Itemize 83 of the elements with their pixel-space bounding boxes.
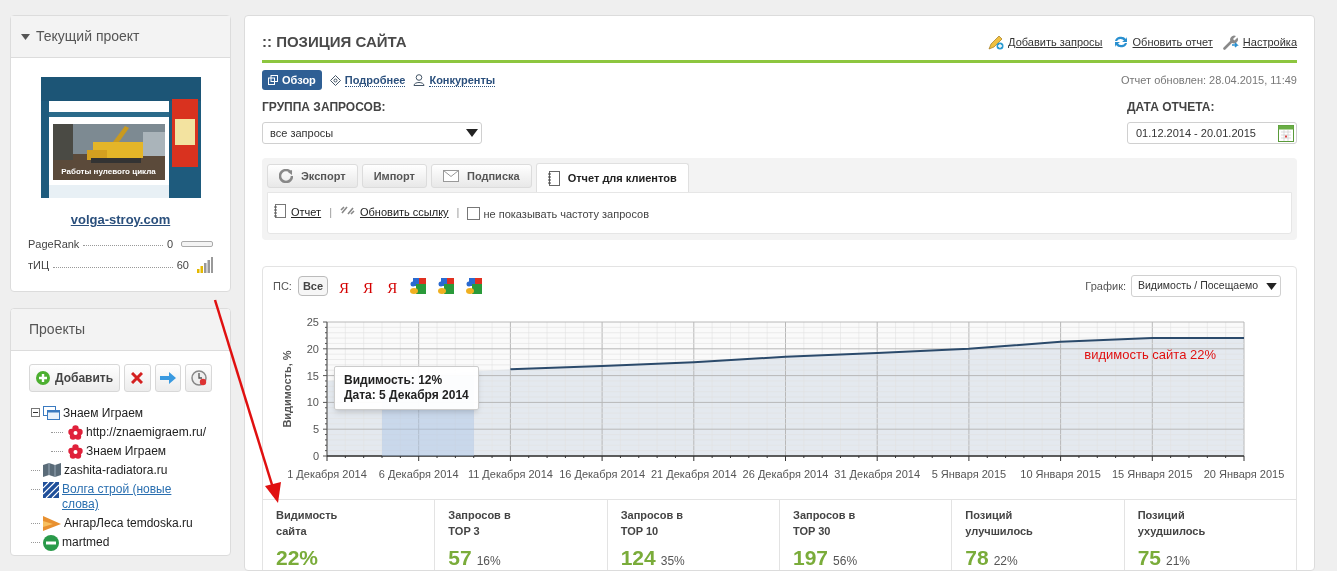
engine-button[interactable]: Я	[360, 276, 377, 296]
date-field[interactable]: 01.12.2014 - 20.01.2015	[1127, 122, 1297, 144]
stat-label: Запросов в TOP 3	[448, 508, 512, 539]
page-title: :: ПОЗИЦИЯ САЙТА	[262, 31, 407, 52]
engine-label: ПС:	[273, 278, 292, 294]
field-label: ДАТА ОТЧЕТА:	[1127, 99, 1216, 116]
checkbox-label[interactable]: не показывать частоту запросов	[483, 206, 649, 223]
metric-label: PageRank	[28, 236, 80, 252]
stat-percent: 16%	[476, 553, 501, 570]
axis-label: 1 Декабря 2014	[287, 468, 367, 480]
engine-button[interactable]: Я	[384, 276, 401, 296]
axis-label: 31 Декабря 2014	[834, 468, 921, 480]
axis-label: 26 Декабря 2014	[742, 468, 829, 480]
stat-label: Запросов в TOP 10	[620, 508, 685, 539]
axis-label: 0	[312, 450, 319, 462]
action-link[interactable]: Добавить запросы	[1008, 33, 1103, 51]
stat-percent: 21%	[1166, 553, 1191, 570]
thumbnail-caption: Работы нулевого цикла	[60, 167, 157, 177]
project-item[interactable]: Волга строй (новые слова)	[62, 482, 210, 512]
panel-title: Проекты	[29, 320, 86, 339]
action-link[interactable]: Настройка	[1242, 33, 1297, 51]
axis-label: 6 Декабря 2014	[378, 468, 459, 480]
chart-annotation: видимость сайта 22%	[1084, 347, 1216, 363]
project-item[interactable]: zashita-radiatora.ru	[64, 463, 168, 478]
panel-title: Текущий проект	[36, 27, 140, 46]
separator: |	[329, 205, 332, 220]
refresh-link[interactable]: Обновить ссылку	[360, 204, 449, 221]
tool-tab[interactable]: Импорт	[361, 164, 427, 188]
metric-value: 0	[166, 236, 173, 252]
stat-label: Видимость сайта	[276, 508, 339, 539]
updated-time: Отчет обновлен: 28.04.2015, 11:49	[1121, 72, 1297, 88]
project-item[interactable]: http://znaemigraem.ru/	[86, 425, 207, 440]
tooltip-line: Видимость: 12%	[344, 373, 444, 388]
axis-label: 5 Января 2015	[931, 468, 1007, 480]
site-link[interactable]: volga-stroy.com	[70, 210, 171, 230]
view-tab[interactable]: Подробнее	[329, 70, 406, 90]
tool-tab[interactable]: Экспорт	[267, 164, 358, 188]
axis-label: 20 Января 2015	[1203, 468, 1285, 480]
field-label: ГРУППА ЗАПРОСОВ:	[262, 99, 387, 116]
view-tab[interactable]: Обзор	[262, 70, 322, 90]
axis-title: Видимость, %	[281, 350, 293, 428]
stat-value: 78	[965, 545, 989, 570]
tool-tab[interactable]: Отчет для клиентов	[535, 163, 689, 192]
axis-label: 20	[306, 342, 319, 355]
engine-button[interactable]: Все	[297, 276, 329, 296]
axis-label: 10	[306, 396, 319, 409]
stat-value: 124	[620, 545, 656, 570]
project-item[interactable]: АнгарЛеса temdoska.ru	[64, 516, 193, 531]
stat-value: 197	[793, 545, 829, 570]
graph-label: График:	[1085, 278, 1126, 294]
tooltip-line: Дата: 5 Декабря 2014	[344, 388, 469, 403]
stat-percent: 56%	[833, 553, 858, 570]
axis-label: 10 Января 2015	[1020, 468, 1101, 480]
report-link[interactable]: Отчет	[291, 204, 322, 221]
stat-percent: 35%	[660, 553, 685, 570]
metric-label: тИЦ	[28, 258, 50, 273]
project-item[interactable]: Знаем Играем	[86, 444, 167, 459]
project-item[interactable]: Знаем Играем	[63, 406, 144, 421]
add-button[interactable]: Добавить	[29, 364, 121, 392]
stat-percent: 22%	[993, 553, 1018, 570]
graph-select[interactable]: Видимость / Посещаемо	[1131, 275, 1281, 297]
stat-label: Запросов в TOP 30	[793, 508, 857, 539]
axis-label: 16 Декабря 2014	[559, 468, 645, 480]
group-select[interactable]: все запросы	[262, 122, 482, 144]
axis-label: 21 Декабря 2014	[650, 468, 737, 480]
metric-value: 60	[176, 258, 189, 273]
stat-value: 22%	[276, 545, 319, 570]
site-thumbnail[interactable]: Работы нулевого цикла	[40, 77, 201, 198]
stat-value: 57	[448, 545, 472, 570]
action-link[interactable]: Обновить отчет	[1132, 33, 1213, 51]
axis-label: 5	[312, 423, 319, 436]
stat-label: Позиций улучшилось	[965, 508, 1034, 539]
project-item[interactable]: martmed	[62, 535, 110, 550]
separator: |	[456, 205, 460, 220]
engine-button[interactable]: Я	[336, 276, 353, 296]
axis-label: 25	[306, 316, 319, 328]
stat-label: Позиций ухудшилось	[1137, 508, 1207, 539]
stat-value: 75	[1137, 545, 1161, 570]
axis-label: 15 Января 2015	[1112, 468, 1193, 480]
axis-label: 15	[306, 369, 319, 382]
axis-label: 11 Декабря 2014	[467, 468, 553, 480]
view-tab[interactable]: Конкуренты	[413, 70, 496, 90]
tool-tab[interactable]: Подписка	[431, 164, 532, 188]
